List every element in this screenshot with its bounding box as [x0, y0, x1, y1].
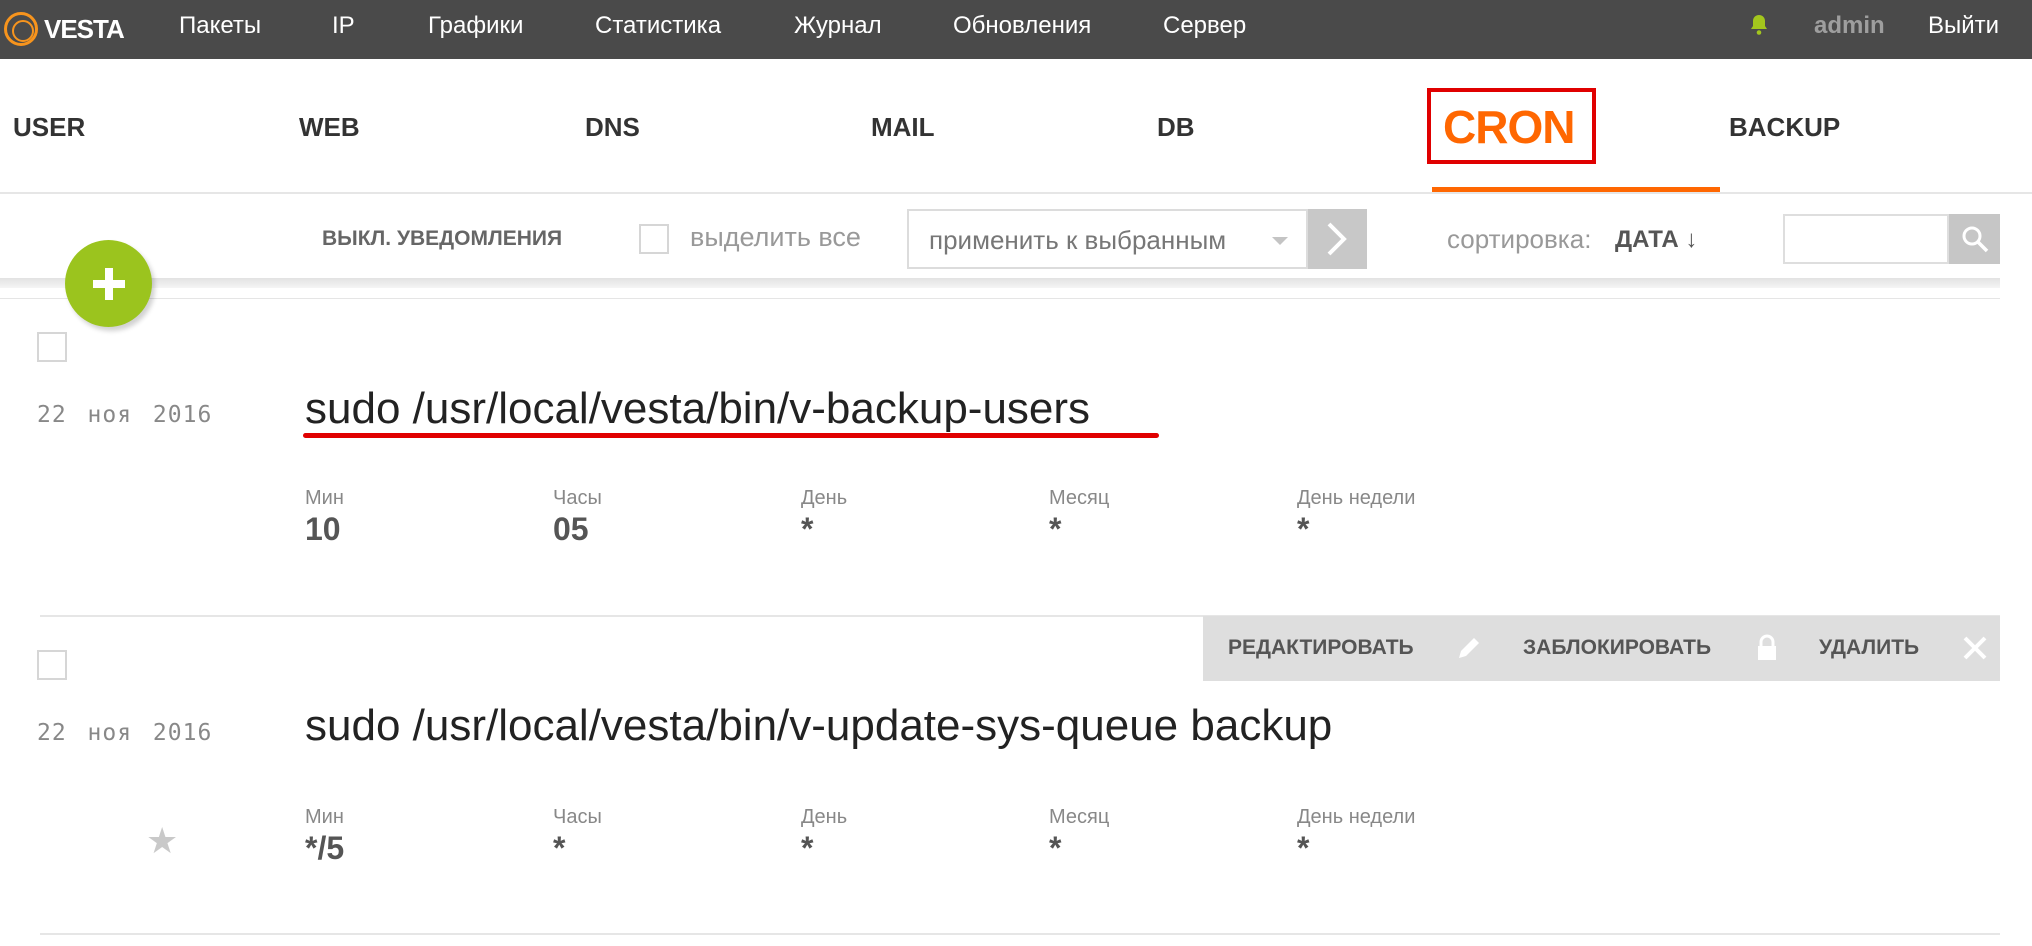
tab-user[interactable]: USER	[13, 112, 85, 143]
label-hour: Часы	[553, 806, 602, 828]
tab-mail[interactable]: MAIL	[871, 112, 935, 143]
value-hour: *	[553, 830, 566, 866]
select-all-checkbox[interactable]	[639, 224, 669, 254]
suspend-button[interactable]: ЗАБЛОКИРОВАТЬ	[1523, 636, 1711, 660]
row-actions-bar: РЕДАКТИРОВАТЬ ЗАБЛОКИРОВАТЬ УДАЛИТЬ	[1203, 616, 2000, 681]
star-icon[interactable]: ★	[146, 820, 178, 862]
label-hour: Часы	[553, 487, 602, 509]
lock-icon[interactable]	[1754, 634, 1780, 662]
chevron-down-icon	[1272, 237, 1288, 245]
logout-link[interactable]: Выйти	[1928, 0, 1999, 52]
add-cron-job-button[interactable]	[65, 240, 152, 327]
toolbar-shadow	[0, 278, 2000, 288]
search-input[interactable]	[1783, 214, 1949, 264]
pencil-icon[interactable]	[1455, 634, 1483, 662]
nav-server[interactable]: Сервер	[1163, 0, 1246, 59]
delete-button[interactable]: УДАЛИТЬ	[1819, 636, 1919, 660]
top-bar: VESTA Пакеты IP Графики Статистика Журна…	[0, 0, 2032, 59]
vesta-logo[interactable]: VESTA	[4, 9, 125, 49]
nav-updates[interactable]: Обновления	[953, 0, 1091, 59]
notifications-toggle[interactable]: ВЫКЛ. УВЕДОМЛЕНИЯ	[322, 227, 562, 251]
value-month: *	[1049, 511, 1062, 547]
search-button[interactable]	[1949, 214, 2000, 264]
tab-dns[interactable]: DNS	[585, 112, 640, 143]
value-day: *	[801, 830, 814, 866]
value-weekday: *	[1297, 830, 1310, 866]
row-checkbox[interactable]	[37, 650, 67, 680]
toolbar-top-divider	[0, 192, 2032, 194]
tab-web[interactable]: WEB	[299, 112, 360, 143]
job-date: 22 ноя 2016	[37, 402, 213, 428]
label-weekday: День недели	[1297, 806, 1416, 828]
nav-graphs[interactable]: Графики	[428, 0, 523, 59]
row-divider	[40, 933, 2000, 935]
bulk-action-selected: применить к выбранным	[929, 225, 1227, 255]
job-date: 22 ноя 2016	[37, 720, 213, 746]
chevron-right-icon	[1327, 222, 1347, 256]
label-day: День	[801, 487, 848, 509]
plus-icon	[93, 268, 125, 300]
logo-text: VESTA	[44, 13, 125, 44]
apply-button[interactable]	[1308, 209, 1367, 269]
tab-cron[interactable]: CRON	[1443, 100, 1575, 154]
label-min: Мин	[305, 487, 344, 509]
bulk-action-select[interactable]: применить к выбранным	[907, 209, 1308, 269]
label-weekday: День недели	[1297, 487, 1416, 509]
tab-backup[interactable]: BACKUP	[1729, 112, 1840, 143]
sort-label: сортировка:	[1447, 224, 1592, 254]
edit-button[interactable]: РЕДАКТИРОВАТЬ	[1228, 636, 1414, 660]
label-month: Месяц	[1049, 806, 1110, 828]
value-weekday: *	[1297, 511, 1310, 547]
value-min: 10	[305, 511, 341, 547]
command-highlight-underline	[303, 433, 1159, 438]
value-min: */5	[305, 830, 345, 866]
nav-ip[interactable]: IP	[332, 0, 355, 59]
nav-packages[interactable]: Пакеты	[179, 0, 261, 59]
label-min: Мин	[305, 806, 344, 828]
select-all-label[interactable]: выделить все	[690, 222, 861, 253]
close-icon[interactable]	[1961, 634, 1989, 662]
job-command[interactable]: sudo /usr/local/vesta/bin/v-backup-users	[305, 384, 1090, 434]
tab-db[interactable]: DB	[1157, 112, 1195, 143]
search-icon	[1962, 226, 1989, 253]
value-month: *	[1049, 830, 1062, 866]
nav-statistics[interactable]: Статистика	[595, 0, 721, 59]
value-day: *	[801, 511, 814, 547]
sort-toggle[interactable]: ДАТА ↓	[1615, 226, 1697, 254]
bell-icon[interactable]	[1747, 13, 1771, 37]
vesta-logo-icon	[4, 12, 38, 46]
nav-log[interactable]: Журнал	[794, 0, 882, 59]
value-hour: 05	[553, 511, 589, 547]
user-link[interactable]: admin	[1814, 0, 1885, 52]
label-month: Месяц	[1049, 487, 1110, 509]
job-command[interactable]: sudo /usr/local/vesta/bin/v-update-sys-q…	[305, 701, 1332, 751]
toolbar-bottom-divider	[0, 298, 2000, 299]
label-day: День	[801, 806, 848, 828]
row-checkbox[interactable]	[37, 332, 67, 362]
